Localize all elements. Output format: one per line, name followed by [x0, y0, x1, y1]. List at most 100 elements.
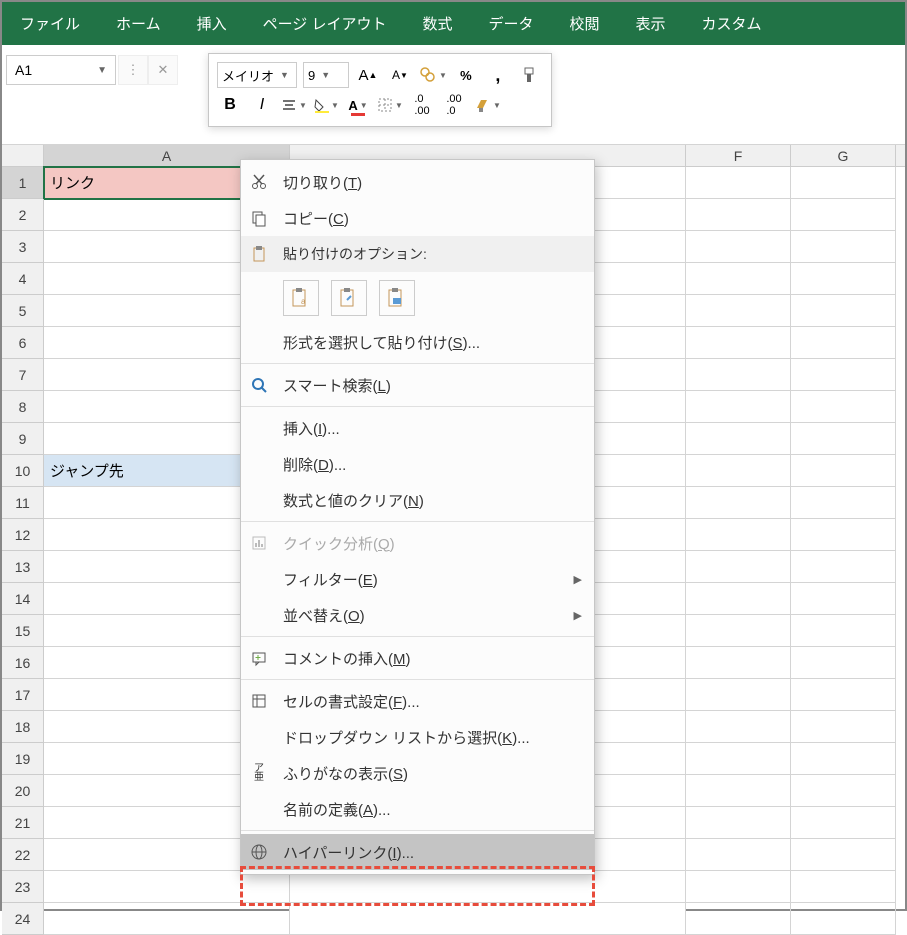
cell-f8[interactable] — [686, 391, 791, 423]
decrease-font-icon[interactable]: A▼ — [387, 62, 413, 88]
cell-f9[interactable] — [686, 423, 791, 455]
cell-f22[interactable] — [686, 839, 791, 871]
row-header-15[interactable]: 15 — [2, 615, 44, 647]
menu-format-cells[interactable]: セルの書式設定(F)... — [241, 683, 594, 719]
italic-icon[interactable]: I — [249, 92, 275, 118]
column-header-g[interactable]: G — [791, 145, 896, 166]
menu-copy[interactable]: コピー(C) — [241, 200, 594, 236]
row-header-5[interactable]: 5 — [2, 295, 44, 327]
percent-format-icon[interactable]: % — [453, 62, 479, 88]
cell-g5[interactable] — [791, 295, 896, 327]
font-size-select[interactable]: 9▼ — [303, 62, 349, 88]
clear-format-icon[interactable]: ▼ — [473, 92, 501, 118]
row-header-14[interactable]: 14 — [2, 583, 44, 615]
menu-define-name[interactable]: 名前の定義(A)... — [241, 791, 594, 827]
comma-format-icon[interactable]: , — [485, 62, 511, 88]
cell-g22[interactable] — [791, 839, 896, 871]
cell-g2[interactable] — [791, 199, 896, 231]
tab-data[interactable]: データ — [470, 2, 551, 45]
select-all-corner[interactable] — [2, 145, 44, 166]
cell-g6[interactable] — [791, 327, 896, 359]
column-header-f[interactable]: F — [686, 145, 791, 166]
menu-hyperlink[interactable]: ハイパーリンク(I)... — [241, 834, 594, 870]
cell-f10[interactable] — [686, 455, 791, 487]
cell-g8[interactable] — [791, 391, 896, 423]
cell-g1[interactable] — [791, 167, 896, 199]
menu-clear-contents[interactable]: 数式と値のクリア(N) — [241, 482, 594, 518]
row-header-2[interactable]: 2 — [2, 199, 44, 231]
cancel-formula-button[interactable]: ✕ — [148, 55, 178, 85]
cell-f12[interactable] — [686, 519, 791, 551]
cell-f11[interactable] — [686, 487, 791, 519]
fill-color-icon[interactable]: ▼ — [313, 92, 339, 118]
row-header-10[interactable]: 10 — [2, 455, 44, 487]
cell-a24[interactable] — [44, 903, 290, 935]
cell-g14[interactable] — [791, 583, 896, 615]
row-header-20[interactable]: 20 — [2, 775, 44, 807]
chevron-down-icon[interactable]: ▼ — [97, 65, 107, 76]
cell-g21[interactable] — [791, 807, 896, 839]
menu-insert-comment[interactable]: コメントの挿入(M) — [241, 640, 594, 676]
menu-pick-from-list[interactable]: ドロップダウン リストから選択(K)... — [241, 719, 594, 755]
increase-font-icon[interactable]: A▲ — [355, 62, 381, 88]
row-header-18[interactable]: 18 — [2, 711, 44, 743]
cell-f20[interactable] — [686, 775, 791, 807]
format-painter-icon[interactable] — [517, 62, 543, 88]
tab-view[interactable]: 表示 — [618, 2, 684, 45]
align-center-icon[interactable]: ▼ — [281, 92, 307, 118]
tab-file[interactable]: ファイル — [2, 2, 98, 45]
cell-f24[interactable] — [686, 903, 791, 935]
cell-g20[interactable] — [791, 775, 896, 807]
decrease-decimal-icon[interactable]: .00.0 — [441, 92, 467, 118]
tab-formulas[interactable]: 数式 — [404, 2, 470, 45]
row-header-17[interactable]: 17 — [2, 679, 44, 711]
cell-g17[interactable] — [791, 679, 896, 711]
row-header-22[interactable]: 22 — [2, 839, 44, 871]
row-header-23[interactable]: 23 — [2, 871, 44, 903]
font-select[interactable]: メイリオ▼ — [217, 62, 297, 88]
cell-g4[interactable] — [791, 263, 896, 295]
menu-sort[interactable]: 並べ替え(O) ▶ — [241, 597, 594, 633]
cell-g10[interactable] — [791, 455, 896, 487]
cell-f4[interactable] — [686, 263, 791, 295]
cell-f21[interactable] — [686, 807, 791, 839]
name-box[interactable]: A1 ▼ — [6, 55, 116, 85]
row-header-7[interactable]: 7 — [2, 359, 44, 391]
tab-insert[interactable]: 挿入 — [179, 2, 245, 45]
cell-g24[interactable] — [791, 903, 896, 935]
bold-icon[interactable]: B — [217, 92, 243, 118]
borders-icon[interactable]: ▼ — [377, 92, 403, 118]
row-header-19[interactable]: 19 — [2, 743, 44, 775]
cell-g18[interactable] — [791, 711, 896, 743]
row-header-11[interactable]: 11 — [2, 487, 44, 519]
cell-g16[interactable] — [791, 647, 896, 679]
cell-g3[interactable] — [791, 231, 896, 263]
cell-g23[interactable] — [791, 871, 896, 903]
cell-f18[interactable] — [686, 711, 791, 743]
cell-f13[interactable] — [686, 551, 791, 583]
cell-f15[interactable] — [686, 615, 791, 647]
tab-review[interactable]: 校閲 — [552, 2, 618, 45]
cell-f19[interactable] — [686, 743, 791, 775]
cell-f3[interactable] — [686, 231, 791, 263]
menu-filter[interactable]: フィルター(E) ▶ — [241, 561, 594, 597]
cell-f1[interactable] — [686, 167, 791, 199]
cell-g19[interactable] — [791, 743, 896, 775]
row-header-6[interactable]: 6 — [2, 327, 44, 359]
menu-delete[interactable]: 削除(D)... — [241, 446, 594, 482]
cell-a23[interactable] — [44, 871, 290, 903]
menu-paste-special[interactable]: 形式を選択して貼り付け(S)... — [241, 324, 594, 360]
menu-smart-lookup[interactable]: スマート検索(L) — [241, 367, 594, 403]
increase-decimal-icon[interactable]: .0.00 — [409, 92, 435, 118]
row-header-8[interactable]: 8 — [2, 391, 44, 423]
cell-f16[interactable] — [686, 647, 791, 679]
paste-option-default[interactable]: a — [283, 280, 319, 316]
cell-g9[interactable] — [791, 423, 896, 455]
cell-f14[interactable] — [686, 583, 791, 615]
row-header-4[interactable]: 4 — [2, 263, 44, 295]
cell-f2[interactable] — [686, 199, 791, 231]
menu-show-phonetic[interactable]: ア亜 ふりがなの表示(S) — [241, 755, 594, 791]
row-header-24[interactable]: 24 — [2, 903, 44, 935]
accounting-format-icon[interactable]: ▼ — [419, 62, 447, 88]
cell-g11[interactable] — [791, 487, 896, 519]
